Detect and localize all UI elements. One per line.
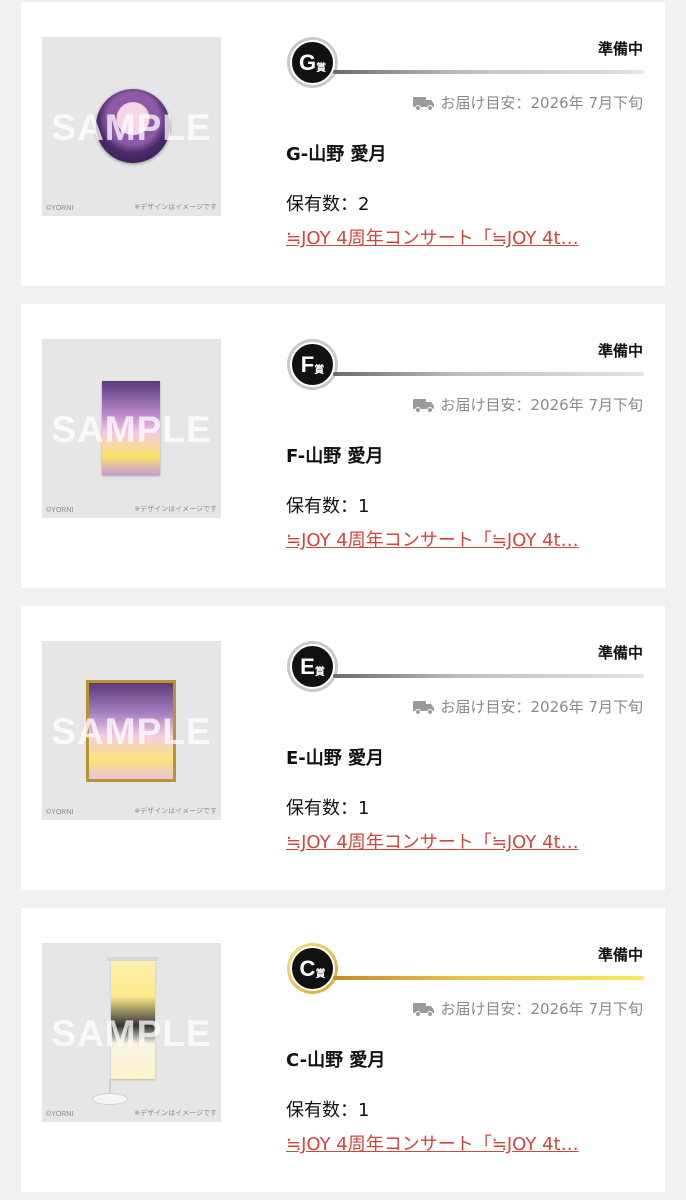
sample-watermark: SAMPLE	[51, 409, 212, 450]
prize-card[interactable]: SAMPLE ©YORNI ※デザインはイメージです C 賞 準備中 お届け目安…	[21, 908, 665, 1192]
sample-watermark: SAMPLE	[51, 1013, 212, 1054]
event-link[interactable]: ≒JOY 4周年コンサート「≒JOY 4t…	[286, 828, 644, 854]
grade-letter: G	[298, 49, 317, 75]
status-label: 準備中	[597, 946, 643, 964]
design-note: ※デザインはイメージです	[134, 505, 217, 513]
progress-bar	[333, 976, 644, 980]
product-thumbnail[interactable]: SAMPLE ©YORNI ※デザインはイメージです	[42, 943, 221, 1122]
quantity-text: 保有数：1	[286, 798, 370, 819]
sample-watermark: SAMPLE	[51, 107, 212, 148]
product-thumbnail[interactable]: SAMPLE ©YORNI ※デザインはイメージです	[42, 339, 221, 518]
delivery-text: お届け目安：2026年 7月下旬	[440, 698, 644, 716]
event-link[interactable]: ≒JOY 4周年コンサート「≒JOY 4t…	[286, 1130, 644, 1156]
quantity-text: 保有数：2	[286, 194, 370, 215]
delivery-estimate: お届け目安：2026年 7月下旬	[412, 696, 644, 717]
copyright-text: ©YORNI	[46, 1111, 74, 1118]
status-label: 準備中	[597, 644, 643, 662]
copyright-text: ©YORNI	[46, 507, 74, 514]
progress-bar	[333, 70, 644, 74]
quantity-text: 保有数：1	[286, 496, 370, 517]
copyright-text: ©YORNI	[46, 205, 74, 212]
grade-suffix: 賞	[314, 365, 325, 376]
truck-icon	[412, 1002, 434, 1017]
grade-letter: E	[300, 653, 315, 679]
truck-icon	[412, 96, 434, 111]
grade-letter: C	[299, 955, 316, 981]
design-note: ※デザインはイメージです	[134, 1109, 217, 1117]
grade-suffix: 賞	[314, 667, 325, 678]
product-thumbnail[interactable]: SAMPLE ©YORNI ※デザインはイメージです	[42, 37, 221, 216]
prize-card[interactable]: SAMPLE ©YORNI ※デザインはイメージです E 賞 準備中 お届け目安…	[21, 606, 665, 890]
truck-icon	[412, 700, 434, 715]
grade-badge: G 賞	[287, 37, 338, 88]
event-link[interactable]: ≒JOY 4周年コンサート「≒JOY 4t…	[286, 224, 644, 250]
item-name: F-山野 愛月	[286, 446, 384, 467]
delivery-estimate: お届け目安：2026年 7月下旬	[412, 394, 644, 415]
grade-badge: F 賞	[287, 339, 338, 390]
delivery-text: お届け目安：2026年 7月下旬	[440, 396, 644, 414]
delivery-estimate: お届け目安：2026年 7月下旬	[412, 998, 644, 1019]
prize-card[interactable]: SAMPLE ©YORNI ※デザインはイメージです G 賞 準備中 お届け目安…	[21, 2, 665, 286]
status-label: 準備中	[597, 342, 643, 360]
product-thumbnail[interactable]: SAMPLE ©YORNI ※デザインはイメージです	[42, 641, 221, 820]
event-link[interactable]: ≒JOY 4周年コンサート「≒JOY 4t…	[286, 526, 644, 552]
grade-badge: C 賞	[287, 943, 338, 994]
sample-watermark: SAMPLE	[51, 711, 212, 752]
grade-suffix: 賞	[316, 63, 327, 74]
progress-bar	[333, 372, 644, 376]
item-name: G-山野 愛月	[286, 144, 387, 165]
grade-suffix: 賞	[315, 969, 326, 980]
stand-base	[92, 1093, 128, 1105]
item-name: E-山野 愛月	[286, 748, 385, 769]
grade-letter: F	[300, 351, 315, 377]
design-note: ※デザインはイメージです	[134, 807, 217, 815]
delivery-estimate: お届け目安：2026年 7月下旬	[412, 92, 644, 113]
quantity-text: 保有数：1	[286, 1100, 370, 1121]
prize-card[interactable]: SAMPLE ©YORNI ※デザインはイメージです F 賞 準備中 お届け目安…	[21, 304, 665, 588]
delivery-text: お届け目安：2026年 7月下旬	[440, 94, 644, 112]
design-note: ※デザインはイメージです	[134, 203, 217, 211]
item-name: C-山野 愛月	[286, 1050, 386, 1071]
progress-bar	[333, 674, 644, 678]
delivery-text: お届け目安：2026年 7月下旬	[440, 1000, 644, 1018]
truck-icon	[412, 398, 434, 413]
status-label: 準備中	[597, 40, 643, 58]
copyright-text: ©YORNI	[46, 809, 74, 816]
grade-badge: E 賞	[287, 641, 338, 692]
